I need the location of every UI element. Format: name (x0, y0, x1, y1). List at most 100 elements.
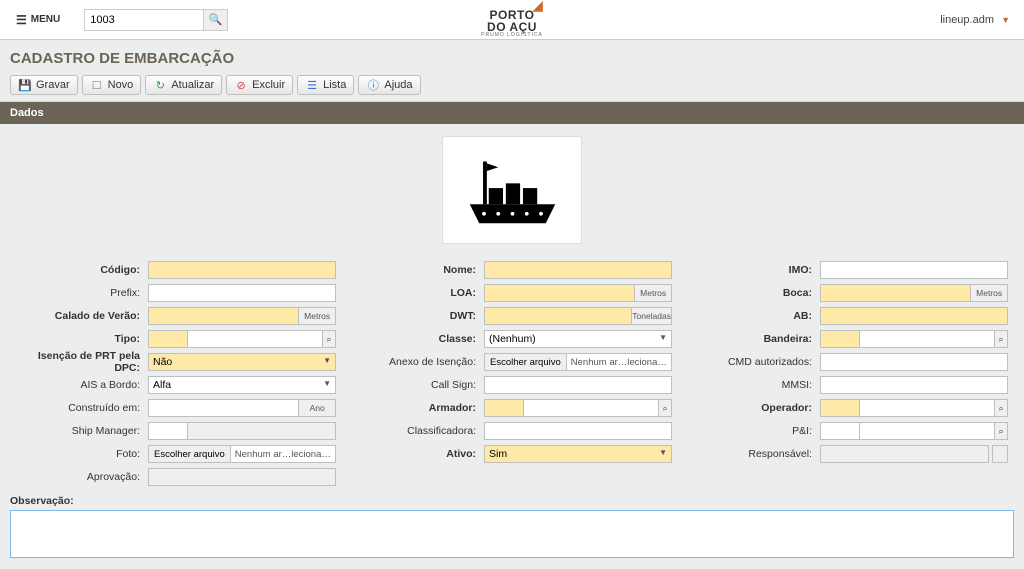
refresh-button[interactable]: ↻ Atualizar (145, 75, 222, 95)
input-loa[interactable] (484, 284, 635, 302)
input-imo[interactable] (820, 261, 1008, 279)
form-col-1: Código: Prefix: Calado de Verão: Metros … (16, 260, 336, 487)
search-input[interactable] (84, 9, 204, 31)
ship-image-placeholder (442, 136, 582, 244)
input-calado[interactable] (148, 307, 299, 325)
logo: ◢ PORTO DO AÇU PRUMO LOGÍSTICA (481, 2, 543, 38)
delete-label: Excluir (252, 79, 285, 91)
input-mmsi[interactable] (820, 376, 1008, 394)
list-icon: ☰ (305, 79, 319, 92)
input-tipo-desc[interactable] (188, 330, 323, 348)
responsavel-extra-box (992, 445, 1008, 463)
input-tipo-code[interactable] (148, 330, 188, 348)
input-pi-code[interactable] (820, 422, 860, 440)
select-classe[interactable]: (Nenhum) (484, 330, 672, 348)
label-mmsi: MMSI: (688, 379, 820, 391)
input-ab[interactable] (820, 307, 1008, 325)
file-anexo-text: Nenhum ar…lecionado (567, 357, 671, 368)
textarea-observacao[interactable] (10, 510, 1014, 558)
input-bandeira-desc[interactable] (860, 330, 995, 348)
form-col-3: IMO: Boca: Metros AB: Bandeira: ⌕ (688, 260, 1008, 487)
lookup-bandeira-button[interactable]: ⌕ (995, 330, 1008, 348)
file-anexo[interactable]: Escolher arquivo Nenhum ar…lecionado (484, 353, 672, 371)
new-button[interactable]: ☐ Novo (82, 75, 142, 95)
menu-label: MENU (31, 14, 60, 25)
select-ativo[interactable]: Sim (484, 445, 672, 463)
lookup-icon: ⌕ (662, 403, 667, 414)
unit-ano: Ano (299, 399, 336, 417)
input-prefix[interactable] (148, 284, 336, 302)
input-operador-desc[interactable] (860, 399, 995, 417)
delete-icon: ⊘ (234, 79, 248, 92)
file-choose-button[interactable]: Escolher arquivo (485, 354, 567, 370)
label-nome: Nome: (352, 264, 484, 276)
lookup-icon: ⌕ (998, 334, 1003, 345)
label-responsavel: Responsável: (688, 448, 820, 460)
input-callsign[interactable] (484, 376, 672, 394)
search-button[interactable]: 🔍 (204, 9, 228, 31)
new-icon: ☐ (90, 79, 104, 92)
input-armador-desc[interactable] (524, 399, 659, 417)
refresh-icon: ↻ (153, 79, 167, 92)
lookup-pi-button[interactable]: ⌕ (995, 422, 1008, 440)
select-isencao[interactable]: Não (148, 353, 336, 371)
input-nome[interactable] (484, 261, 672, 279)
label-operador: Operador: (688, 402, 820, 414)
select-ais[interactable]: Alfa (148, 376, 336, 394)
label-anexo: Anexo de Isenção: (352, 356, 484, 368)
label-observacao: Observação: (10, 495, 1014, 507)
lookup-armador-button[interactable]: ⌕ (659, 399, 672, 417)
form-col-2: Nome: LOA: Metros DWT: Toneladas Classe: (352, 260, 672, 487)
input-dwt[interactable] (484, 307, 632, 325)
unit-toneladas: Toneladas (632, 307, 672, 325)
menu-button[interactable]: ☰ MENU (10, 9, 66, 31)
list-button[interactable]: ☰ Lista (297, 75, 354, 95)
input-cmd[interactable] (820, 353, 1008, 371)
form-grid: Código: Prefix: Calado de Verão: Metros … (0, 260, 1024, 487)
input-operador-code[interactable] (820, 399, 860, 417)
input-pi-desc[interactable] (860, 422, 995, 440)
delete-button[interactable]: ⊘ Excluir (226, 75, 293, 95)
save-label: Gravar (36, 79, 70, 91)
label-isencao: Isenção de PRT pela DPC: (16, 350, 148, 374)
logo-sub: PRUMO LOGÍSTICA (481, 33, 543, 38)
input-bandeira-code[interactable] (820, 330, 860, 348)
label-codigo: Código: (16, 264, 148, 276)
label-armador: Armador: (352, 402, 484, 414)
search-icon: 🔍 (209, 13, 223, 26)
label-loa: LOA: (352, 287, 484, 299)
label-bandeira: Bandeira: (688, 333, 820, 345)
label-boca: Boca: (688, 287, 820, 299)
file-choose-button[interactable]: Escolher arquivo (149, 446, 231, 462)
input-codigo[interactable] (148, 261, 336, 279)
label-prefix: Prefix: (16, 287, 148, 299)
input-armador-code[interactable] (484, 399, 524, 417)
user-label: lineup.adm (940, 14, 994, 26)
input-boca[interactable] (820, 284, 971, 302)
input-shipmgr-desc (188, 422, 336, 440)
input-classificadora[interactable] (484, 422, 672, 440)
refresh-label: Atualizar (171, 79, 214, 91)
save-icon: 💾 (18, 79, 32, 92)
observacao-wrap: Observação: (0, 487, 1024, 561)
save-button[interactable]: 💾 Gravar (10, 75, 78, 95)
label-pi: P&I: (688, 425, 820, 437)
label-aprovacao: Aprovação: (16, 471, 148, 483)
label-classificadora: Classificadora: (352, 425, 484, 437)
lookup-tipo-button[interactable]: ⌕ (323, 330, 336, 348)
file-foto[interactable]: Escolher arquivo Nenhum ar…lecionado (148, 445, 336, 463)
label-foto: Foto: (16, 448, 148, 460)
input-construido[interactable] (148, 399, 299, 417)
input-shipmgr-code[interactable] (148, 422, 188, 440)
label-construido: Construído em: (16, 402, 148, 414)
list-label: Lista (323, 79, 346, 91)
lookup-icon: ⌕ (998, 426, 1003, 437)
user-menu[interactable]: lineup.adm ▼ (936, 10, 1014, 30)
lookup-operador-button[interactable]: ⌕ (995, 399, 1008, 417)
help-button[interactable]: ⓘ Ajuda (358, 75, 420, 95)
label-ab: AB: (688, 310, 820, 322)
top-bar: ☰ MENU 🔍 ◢ PORTO DO AÇU PRUMO LOGÍSTICA … (0, 0, 1024, 40)
label-calado: Calado de Verão: (16, 310, 148, 322)
label-imo: IMO: (688, 264, 820, 276)
label-shipmgr: Ship Manager: (16, 425, 148, 437)
